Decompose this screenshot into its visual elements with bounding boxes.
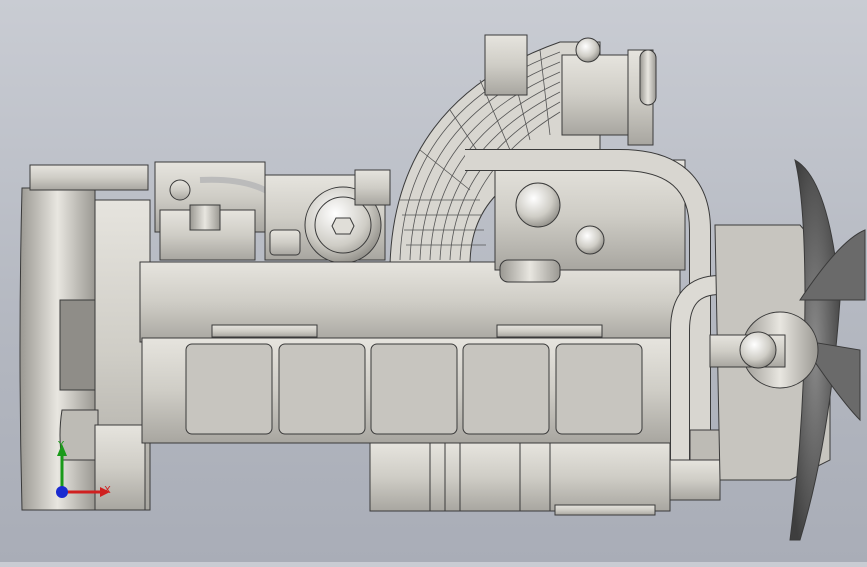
oil-pan <box>369 442 671 516</box>
top-accessories <box>154 161 391 264</box>
cad-viewport[interactable] <box>0 0 867 562</box>
engine-model[interactable] <box>0 0 867 562</box>
engine-block <box>139 261 681 444</box>
triad-y-label: Y <box>58 440 65 451</box>
triad-x-label: X <box>104 485 111 496</box>
fan <box>709 158 866 541</box>
